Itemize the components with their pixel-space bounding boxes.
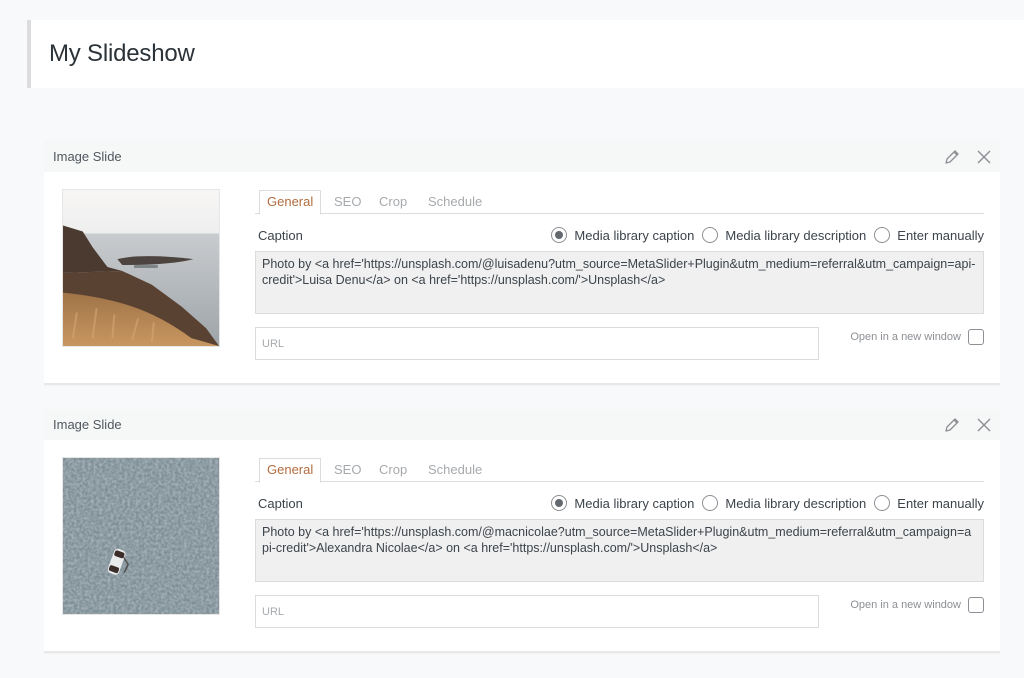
close-icon[interactable] xyxy=(974,415,994,435)
tab-crop[interactable]: Crop xyxy=(372,458,414,482)
caption-textarea[interactable]: Photo by <a href='https://unsplash.com/@… xyxy=(255,251,984,314)
caption-label: Caption xyxy=(258,228,303,243)
slide-header-title: Image Slide xyxy=(53,417,122,432)
radio-enter-manually[interactable]: Enter manually xyxy=(874,227,984,243)
slide-header: Image Slide xyxy=(44,409,1000,440)
open-new-window-label: Open in a new window xyxy=(850,331,961,343)
radio-button[interactable] xyxy=(874,495,891,511)
tab-general[interactable]: General xyxy=(259,190,322,215)
page-title: My Slideshow xyxy=(49,40,195,67)
image-slide-2: Image Slide General SEO Crop Schedule Ca… xyxy=(44,409,1000,653)
tab-seo[interactable]: SEO xyxy=(327,190,368,214)
url-input[interactable] xyxy=(255,327,819,360)
radio-label: Media library description xyxy=(725,227,867,243)
radio-button[interactable] xyxy=(702,227,719,243)
radio-label: Enter manually xyxy=(897,227,984,243)
tab-general[interactable]: General xyxy=(259,458,322,483)
image-slide-1: Image Slide General SEO Crop Schedule Ca… xyxy=(44,141,1000,385)
radio-label: Enter manually xyxy=(897,495,984,511)
open-new-window-checkbox[interactable] xyxy=(968,329,984,345)
url-input[interactable] xyxy=(255,595,819,628)
page-title-bar: My Slideshow xyxy=(27,20,1024,88)
open-new-window-option: Open in a new window xyxy=(850,329,984,345)
slide-thumbnail-coastal-cliff[interactable] xyxy=(62,189,220,347)
caption-textarea[interactable]: Photo by <a href='https://unsplash.com/@… xyxy=(255,519,984,582)
radio-enter-manually[interactable]: Enter manually xyxy=(874,495,984,511)
caption-source-radio-group: Media library caption Media library desc… xyxy=(551,495,984,511)
caption-source-radio-group: Media library caption Media library desc… xyxy=(551,227,984,243)
tab-schedule[interactable]: Schedule xyxy=(421,190,489,214)
radio-media-library-caption[interactable]: Media library caption xyxy=(551,227,694,243)
radio-button-checked[interactable] xyxy=(551,495,568,511)
radio-label: Media library caption xyxy=(574,495,695,511)
tab-seo[interactable]: SEO xyxy=(327,458,368,482)
tab-schedule[interactable]: Schedule xyxy=(421,458,489,482)
open-new-window-label: Open in a new window xyxy=(850,599,961,611)
radio-button[interactable] xyxy=(702,495,719,511)
radio-label: Media library caption xyxy=(574,227,695,243)
close-icon[interactable] xyxy=(974,147,994,167)
pencil-icon[interactable] xyxy=(942,147,962,167)
radio-media-library-description[interactable]: Media library description xyxy=(702,495,866,511)
open-new-window-option: Open in a new window xyxy=(850,597,984,613)
slide-header-title: Image Slide xyxy=(53,149,122,164)
slide-tabs: General SEO Crop Schedule xyxy=(255,458,984,483)
slide-header: Image Slide xyxy=(44,141,1000,172)
open-new-window-checkbox[interactable] xyxy=(968,597,984,613)
caption-label: Caption xyxy=(258,496,303,511)
radio-media-library-description[interactable]: Media library description xyxy=(702,227,866,243)
radio-label: Media library description xyxy=(725,495,867,511)
radio-button[interactable] xyxy=(874,227,891,243)
tab-crop[interactable]: Crop xyxy=(372,190,414,214)
radio-button-checked[interactable] xyxy=(551,227,568,243)
pencil-icon[interactable] xyxy=(942,415,962,435)
slide-tabs: General SEO Crop Schedule xyxy=(255,190,984,215)
slide-thumbnail-aerial-car[interactable] xyxy=(62,457,220,615)
radio-media-library-caption[interactable]: Media library caption xyxy=(551,495,694,511)
